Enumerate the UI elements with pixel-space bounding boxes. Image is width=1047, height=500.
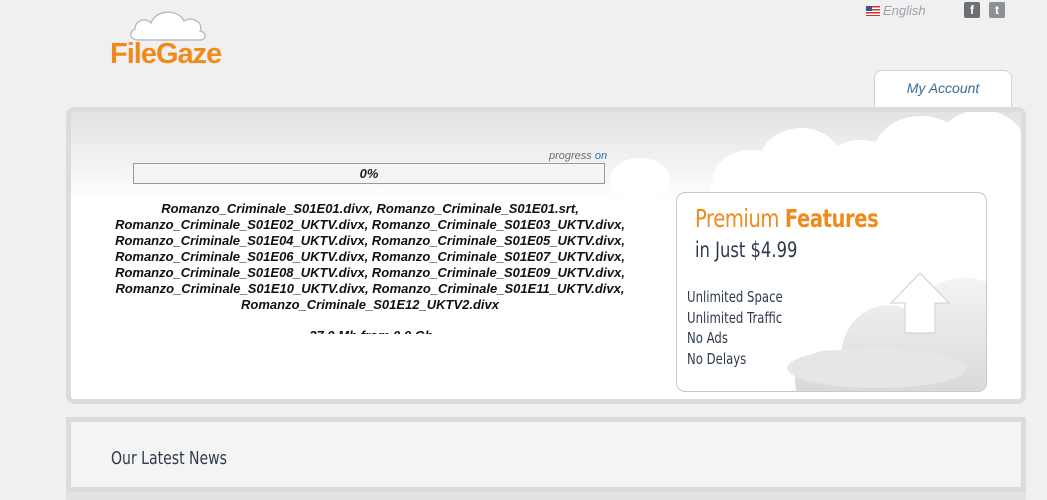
download-size: 27.0 Mb from 0.0 Gb (271, 328, 471, 334)
facebook-icon[interactable]: f (964, 2, 980, 18)
premium-title-word1: Premium (695, 204, 780, 233)
my-account-tab[interactable]: My Account (874, 70, 1012, 107)
bottom-divider (66, 492, 1026, 500)
latest-news-panel: Our Latest News (66, 417, 1026, 492)
premium-feature-list: Unlimited Space Unlimited Traffic No Ads… (687, 287, 810, 370)
language-label: English (883, 3, 926, 18)
news-title: Our Latest News (111, 448, 227, 469)
small-cloud (610, 158, 670, 200)
progress-toggle-link[interactable]: on (595, 150, 607, 162)
progress-percent: 0% (359, 166, 379, 181)
feature-item: No Delays (687, 350, 747, 369)
logo-text: FileGaze (110, 38, 222, 70)
download-progress-bar: 0% (133, 163, 605, 184)
us-flag-icon (866, 6, 880, 16)
progress-caption: progress on (549, 150, 607, 162)
premium-price: in Just $4.99 (695, 238, 798, 262)
premium-features-banner[interactable]: Premium Features in Just $4.99 Unlimited… (676, 192, 987, 392)
filegaze-logo[interactable]: FileGaze (108, 4, 238, 74)
language-selector[interactable]: English (866, 3, 926, 18)
premium-title-word2: Features (784, 204, 879, 233)
premium-title: Premium Features (695, 204, 879, 233)
feature-item: Unlimited Traffic (687, 308, 783, 327)
file-list: Romanzo_Criminale_S01E01.divx, Romanzo_C… (115, 201, 625, 312)
twitter-icon[interactable]: t (989, 2, 1005, 18)
feature-item: Unlimited Space (687, 288, 783, 306)
download-panel: progress on 0% Romanzo_Criminale_S01E01.… (66, 107, 1026, 404)
progress-label: progress (549, 150, 592, 162)
feature-item: No Ads (687, 329, 728, 348)
